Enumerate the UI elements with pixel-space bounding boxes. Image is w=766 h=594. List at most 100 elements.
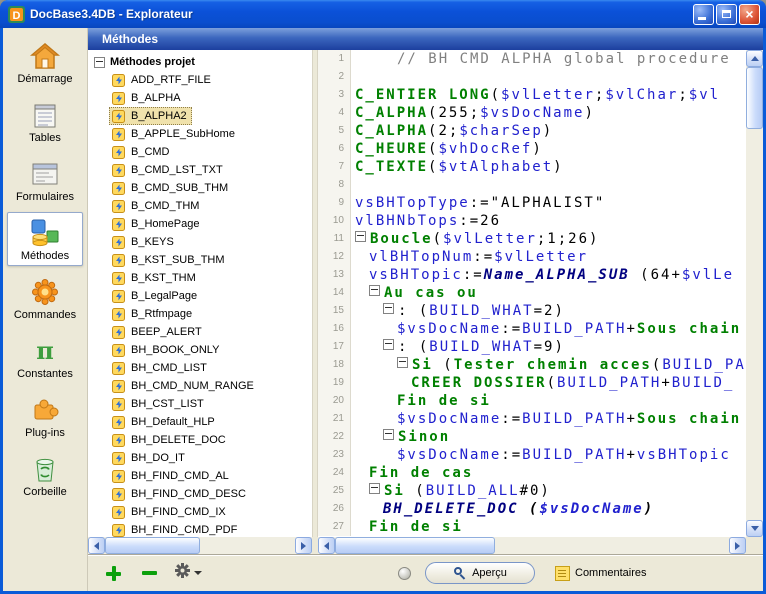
tree-horizontal-scrollbar[interactable]: [88, 537, 312, 554]
tree-item[interactable]: B_CMD: [109, 143, 175, 161]
line-number: 14: [318, 284, 351, 302]
forms-icon: [31, 158, 59, 190]
tree-item[interactable]: B_HomePage: [109, 215, 205, 233]
code-line[interactable]: 7C_TEXTE($vtAlphabet): [318, 158, 746, 176]
sidebar-item-constantes[interactable]: πConstantes: [7, 330, 83, 384]
horizontal-scroll-thumb[interactable]: [335, 537, 495, 554]
tree-item[interactable]: B_KEYS: [109, 233, 179, 251]
maximize-button[interactable]: [716, 4, 737, 25]
code-line[interactable]: 15: (BUILD_WHAT=2): [318, 302, 746, 320]
tree-item[interactable]: B_CMD_SUB_THM: [109, 179, 233, 197]
tree-item[interactable]: B_APPLE_SubHome: [109, 125, 240, 143]
code-line[interactable]: 10vlBHNbTops:=26: [318, 212, 746, 230]
code-line[interactable]: 24Fin de cas: [318, 464, 746, 482]
scroll-up-button[interactable]: [746, 50, 763, 67]
tree-item[interactable]: BH_FIND_CMD_AL: [109, 467, 234, 485]
tree-item[interactable]: B_LegalPage: [109, 287, 202, 305]
code-line[interactable]: 22Sinon: [318, 428, 746, 446]
line-number: 11: [318, 230, 351, 248]
fold-collapse-icon[interactable]: [355, 231, 366, 242]
fold-collapse-icon[interactable]: [383, 339, 394, 350]
scrollbar-corner: [746, 537, 763, 554]
fold-collapse-icon[interactable]: [369, 285, 380, 296]
code-line[interactable]: 14Au cas ou: [318, 284, 746, 302]
vertical-scroll-thumb[interactable]: [746, 67, 763, 129]
minimize-button[interactable]: [693, 4, 714, 25]
fold-collapse-icon[interactable]: [397, 357, 408, 368]
code-line[interactable]: 18Si (Tester chemin acces(BUILD_PA: [318, 356, 746, 374]
tree-item[interactable]: ADD_RTF_FILE: [109, 71, 216, 89]
code-line[interactable]: 2: [318, 68, 746, 86]
tree-item[interactable]: BH_BOOK_ONLY: [109, 341, 224, 359]
code-line[interactable]: 21$vsDocName:=BUILD_PATH+Sous chain: [318, 410, 746, 428]
tree-item[interactable]: BH_FIND_CMD_IX: [109, 503, 231, 521]
tree-item[interactable]: B_ALPHA: [109, 89, 186, 107]
sidebar-item-commandes[interactable]: Commandes: [7, 271, 83, 325]
tree-item[interactable]: B_CMD_LST_TXT: [109, 161, 228, 179]
arrow-left-icon: [324, 542, 329, 550]
tree-item[interactable]: B_ALPHA2: [109, 107, 192, 125]
tree-item[interactable]: BH_DELETE_DOC: [109, 431, 231, 449]
code-line[interactable]: 20Fin de si: [318, 392, 746, 410]
code-line[interactable]: 6C_HEURE($vhDocRef): [318, 140, 746, 158]
code-line[interactable]: 13vsBHTopic:=Name_ALPHA_SUB (64+$vlLe: [318, 266, 746, 284]
code-line[interactable]: 4C_ALPHA(255;$vsDocName): [318, 104, 746, 122]
add-method-button[interactable]: [102, 563, 124, 583]
code-line[interactable]: 12vlBHTopNum:=$vlLetter: [318, 248, 746, 266]
editor-horizontal-scrollbar[interactable]: [318, 537, 746, 554]
code-line[interactable]: 5C_ALPHA(2;$charSep): [318, 122, 746, 140]
tree-item[interactable]: BH_FIND_CMD_DESC: [109, 485, 251, 503]
tree-item[interactable]: B_Rtfmpage: [109, 305, 197, 323]
code-line[interactable]: 9vsBHTopType:="ALPHALIST": [318, 194, 746, 212]
window-controls: ×: [691, 4, 760, 25]
sidebar-item-corbeille[interactable]: Corbeille: [7, 448, 83, 502]
tree-item[interactable]: BH_Default_HLP: [109, 413, 220, 431]
tree-item[interactable]: B_CMD_THM: [109, 197, 204, 215]
sidebar-item-tables[interactable]: Tables: [7, 94, 83, 148]
code-line[interactable]: 27Fin de si: [318, 518, 746, 536]
code-line[interactable]: 16$vsDocName:=BUILD_PATH+Sous chain: [318, 320, 746, 338]
sidebar-item-m-thodes[interactable]: Méthodes: [7, 212, 83, 266]
tree-item[interactable]: BH_DO_IT: [109, 449, 190, 467]
scroll-right-button[interactable]: [729, 537, 746, 554]
code-line[interactable]: 17: (BUILD_WHAT=9): [318, 338, 746, 356]
code-line[interactable]: 11Boucle($vlLetter;1;26): [318, 230, 746, 248]
scroll-left-button[interactable]: [318, 537, 335, 554]
code-editor[interactable]: 1// BH CMD ALPHA global procedure23C_ENT…: [318, 50, 746, 537]
code-line[interactable]: 19CREER DOSSIER(BUILD_PATH+BUILD_: [318, 374, 746, 392]
tree-item-label: B_CMD: [131, 146, 170, 158]
remove-method-button[interactable]: [138, 563, 160, 583]
sidebar-item-plug-ins[interactable]: Plug-ins: [7, 389, 83, 443]
tree-root[interactable]: Méthodes projet: [88, 53, 312, 71]
editor-vertical-scrollbar[interactable]: [746, 50, 763, 537]
tree-item[interactable]: B_KST_SUB_THM: [109, 251, 230, 269]
code-line[interactable]: 26BH_DELETE_DOC ($vsDocName): [318, 500, 746, 518]
fold-collapse-icon[interactable]: [383, 429, 394, 440]
fold-collapse-icon[interactable]: [369, 483, 380, 494]
tree-item[interactable]: BH_CST_LIST: [109, 395, 209, 413]
code-line[interactable]: 8: [318, 176, 746, 194]
sidebar-item-d-marrage[interactable]: Démarrage: [7, 35, 83, 89]
divider-knob[interactable]: [398, 567, 411, 580]
sidebar-item-formulaires[interactable]: Formulaires: [7, 153, 83, 207]
fold-collapse-icon[interactable]: [383, 303, 394, 314]
comments-button[interactable]: Commentaires: [555, 566, 647, 581]
horizontal-scroll-thumb[interactable]: [105, 537, 200, 554]
tree-item[interactable]: BEEP_ALERT: [109, 323, 207, 341]
code-line[interactable]: 3C_ENTIER LONG($vlLetter;$vlChar;$vl: [318, 86, 746, 104]
tree-item[interactable]: B_KST_THM: [109, 269, 201, 287]
preview-button[interactable]: Aperçu: [425, 562, 535, 584]
code-line[interactable]: 25Si (BUILD_ALL#0): [318, 482, 746, 500]
close-button[interactable]: ×: [739, 4, 760, 25]
scroll-right-button[interactable]: [295, 537, 312, 554]
scroll-down-button[interactable]: [746, 520, 763, 537]
tree-item[interactable]: BH_CMD_NUM_RANGE: [109, 377, 259, 395]
gear-icon: [174, 562, 191, 584]
tree-item[interactable]: BH_CMD_LIST: [109, 359, 212, 377]
tree-item[interactable]: BH_FIND_CMD_PDF: [109, 521, 242, 537]
actions-menu-button[interactable]: [174, 562, 202, 584]
code-line[interactable]: 1// BH CMD ALPHA global procedure: [318, 50, 746, 68]
code-line[interactable]: 23$vsDocName:=BUILD_PATH+vsBHTopic: [318, 446, 746, 464]
scroll-left-button[interactable]: [88, 537, 105, 554]
collapse-icon[interactable]: [94, 57, 105, 68]
